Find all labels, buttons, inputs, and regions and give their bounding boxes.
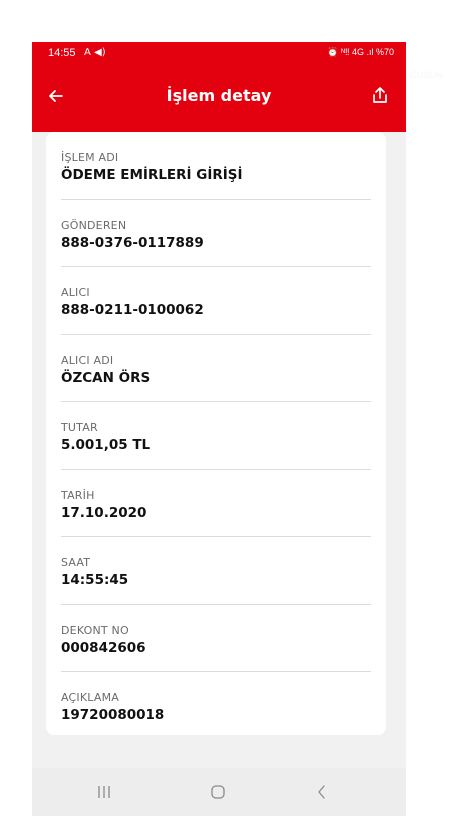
- detail-value: 888-0376-0117889: [61, 234, 204, 251]
- share-icon: [373, 87, 387, 103]
- detail-row-dekont-no: DEKONT NO 000842606: [61, 605, 371, 672]
- detail-value: 14:55:45: [61, 572, 129, 588]
- detail-label: TUTAR: [61, 421, 98, 434]
- detail-row-tarih: TARİH 17.10.2020: [61, 470, 371, 537]
- background-ghost-text: ĞUSUN: [410, 70, 443, 80]
- detail-card: İŞLEM ADI ÖDEME EMİRLERİ GİRİŞİ GÖNDEREN…: [46, 132, 386, 735]
- detail-row-tutar: TUTAR 5.001,05 TL: [61, 402, 371, 470]
- status-time: 14:55: [48, 47, 76, 59]
- detail-row-aciklama: AÇIKLAMA 19720080018: [61, 672, 371, 740]
- detail-label: DEKONT NO: [61, 623, 129, 637]
- detail-value: 19720080018: [61, 707, 165, 723]
- detail-row-alici-adi: ALICI ADI ÖZCAN ÖRS: [61, 335, 371, 402]
- nav-back-button[interactable]: [302, 776, 342, 808]
- recents-icon: [98, 786, 110, 798]
- home-button[interactable]: [198, 776, 238, 808]
- detail-value: 000842606: [61, 639, 146, 656]
- detail-value: ÖZCAN ÖRS: [61, 369, 151, 386]
- home-icon: [211, 785, 225, 799]
- detail-label: GÖNDEREN: [61, 218, 127, 232]
- back-chevron-icon: [318, 785, 325, 799]
- page-title: İşlem detay: [166, 86, 272, 105]
- detail-label: SAAT: [61, 556, 91, 569]
- detail-value: 5.001,05 TL: [61, 437, 151, 453]
- page: ĞUSUN 14:55 A ◀) ⏰ ᴺ‼ 4G .ıl %70 İşlem d…: [0, 0, 457, 828]
- detail-label: İŞLEM ADI: [61, 151, 119, 164]
- detail-label: TARİH: [61, 488, 95, 502]
- detail-label: ALICI: [61, 286, 90, 299]
- status-right-icons: ⏰ ᴺ‼ 4G .ıl %70: [327, 47, 394, 57]
- app-bar: İşlem detay: [32, 66, 406, 132]
- detail-label: ALICI ADI: [61, 353, 114, 367]
- detail-label: AÇIKLAMA: [61, 691, 119, 704]
- recents-button[interactable]: [84, 776, 124, 808]
- detail-row-gonderen: GÖNDEREN 888-0376-0117889: [61, 200, 371, 267]
- detail-value: 17.10.2020: [61, 504, 147, 521]
- detail-value: ÖDEME EMİRLERİ GİRİŞİ: [61, 167, 243, 183]
- phone-screen: 14:55 A ◀) ⏰ ᴺ‼ 4G .ıl %70 İşlem detay İ…: [32, 42, 406, 816]
- detail-row-saat: SAAT 14:55:45: [61, 537, 371, 605]
- status-left-icons: A ◀): [84, 47, 106, 58]
- system-nav-bar: [32, 768, 406, 816]
- share-button[interactable]: [364, 80, 396, 112]
- status-bar: 14:55 A ◀) ⏰ ᴺ‼ 4G .ıl %70: [32, 42, 406, 66]
- detail-value: 888-0211-0100062: [61, 302, 204, 318]
- detail-row-islem-adi: İŞLEM ADI ÖDEME EMİRLERİ GİRİŞİ: [61, 132, 371, 200]
- detail-row-alici: ALICI 888-0211-0100062: [61, 267, 371, 335]
